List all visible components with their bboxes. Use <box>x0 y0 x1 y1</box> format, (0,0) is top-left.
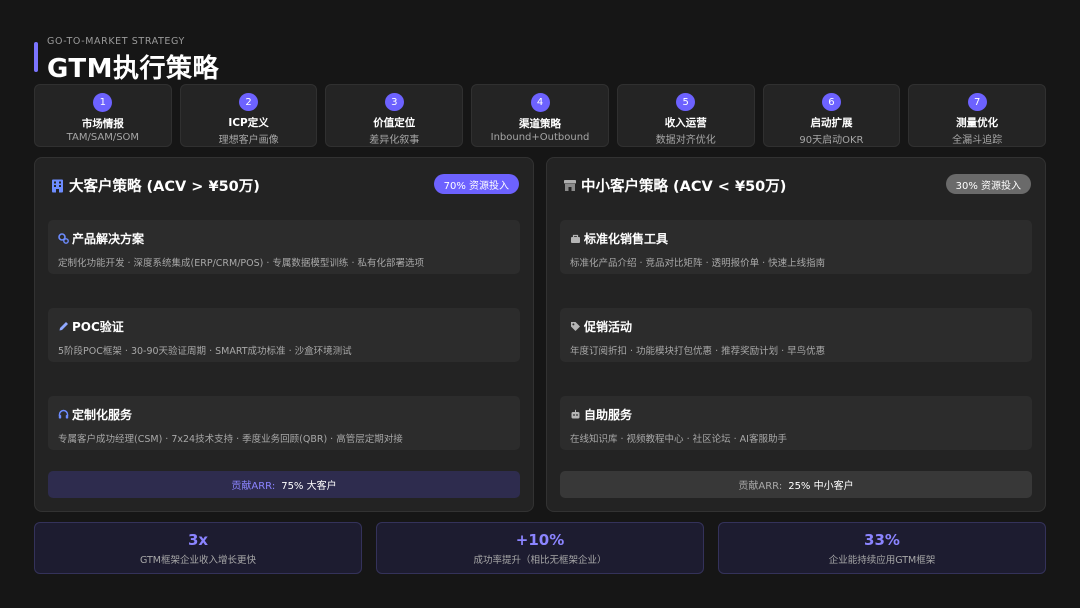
step-name: 渠道策略 <box>519 118 562 130</box>
step-subtitle: 数据对齐优化 <box>655 135 716 146</box>
page-title: GTM执行策略 <box>47 54 219 84</box>
enterprise-card-solution: 产品解决方案 定制化功能开发 · 深度系统集成(ERP/CRM/POS) · 专… <box>48 220 520 274</box>
card-title: 标准化销售工具 <box>570 230 1022 247</box>
smb-card-selfservice: 自助服务 在线知识库 · 视频教程中心 · 社区论坛 · AI客服助手 <box>560 396 1032 450</box>
smb-panel-title: 中小客户策略 (ACV < ¥50万) <box>563 175 786 196</box>
step-name: 测量优化 <box>956 117 999 129</box>
card-title: 定制化服务 <box>58 406 510 423</box>
smb-arr-contribution: 贡献ARR: 25% 中小客户 <box>560 471 1032 498</box>
stat-card: 3x GTM框架企业收入增长更快 <box>34 522 362 574</box>
card-title-text: POC验证 <box>72 320 124 334</box>
card-title: POC验证 <box>58 318 510 335</box>
card-description: 定制化功能开发 · 深度系统集成(ERP/CRM/POS) · 专属数据模型训练… <box>58 258 424 269</box>
eyebrow-text: GO-TO-MARKET STRATEGY <box>47 36 185 47</box>
stat-caption: GTM框架企业收入增长更快 <box>139 554 257 566</box>
step-name: 价值定位 <box>373 117 416 129</box>
card-title-text: 自助服务 <box>584 408 633 422</box>
headset-icon <box>58 409 69 420</box>
tag-icon <box>570 321 581 332</box>
step-name: 市场情报 <box>81 118 124 130</box>
arr-value: 25% 中小客户 <box>788 481 854 492</box>
card-description: 标准化产品介绍 · 竞品对比矩阵 · 透明报价单 · 快速上线指南 <box>570 258 826 269</box>
smb-strategy-panel: 中小客户策略 (ACV < ¥50万) 30% 资源投入 标准化销售工具 标准化… <box>546 157 1046 512</box>
step-subtitle: 90天启动OKR <box>799 135 864 146</box>
step-card: 3 价值定位 差异化叙事 <box>325 84 464 147</box>
step-card: 2 ICP定义 理想客户画像 <box>179 84 318 147</box>
enterprise-panel-title: 大客户策略 (ACV > ¥50万) <box>51 175 260 196</box>
arr-label: 贡献ARR: <box>738 481 783 492</box>
step-number: 2 <box>239 93 259 111</box>
stat-card: 33% 企业能持续应用GTM框架 <box>718 522 1046 574</box>
enterprise-title-text: 大客户策略 (ACV > ¥50万) <box>69 179 260 195</box>
enterprise-card-poc: POC验证 5阶段POC框架 · 30-90天验证周期 · SMART成功标准 … <box>48 308 520 362</box>
step-number: 4 <box>530 93 550 112</box>
smb-card-tools: 标准化销售工具 标准化产品介绍 · 竞品对比矩阵 · 透明报价单 · 快速上线指… <box>560 220 1032 274</box>
step-subtitle: 理想客户画像 <box>218 135 279 146</box>
step-name: 启动扩展 <box>810 117 853 129</box>
smb-card-promo: 促销活动 年度订阅折扣 · 功能模块打包优惠 · 推荐奖励计划 · 早鸟优惠 <box>560 308 1032 362</box>
enterprise-arr-contribution: 贡献ARR: 75% 大客户 <box>48 471 520 498</box>
card-description: 在线知识库 · 视频教程中心 · 社区论坛 · AI客服助手 <box>570 434 787 445</box>
smb-title-text: 中小客户策略 (ACV < ¥50万) <box>581 179 787 195</box>
smb-resource-badge: 30% 资源投入 <box>945 174 1031 194</box>
step-card: 6 启动扩展 90天启动OKR <box>762 84 901 147</box>
arr-value: 75% 大客户 <box>281 481 337 492</box>
step-subtitle: 差异化叙事 <box>369 135 420 146</box>
building-icon <box>51 179 64 193</box>
step-name: 收入运营 <box>664 117 707 129</box>
step-card: 7 测量优化 全漏斗追踪 <box>908 84 1047 147</box>
stat-value: 3x <box>187 530 209 549</box>
card-description: 5阶段POC框架 · 30-90天验证周期 · SMART成功标准 · 沙盒环境… <box>58 346 352 357</box>
arr-label: 贡献ARR: <box>231 481 276 492</box>
card-title-text: 促销活动 <box>584 320 633 334</box>
gears-icon <box>58 233 69 244</box>
stat-caption: 成功率提升（相比无框架企业） <box>473 554 607 566</box>
step-subtitle: 全漏斗追踪 <box>952 135 1003 146</box>
card-title: 自助服务 <box>570 406 1022 423</box>
card-title-text: 产品解决方案 <box>72 232 145 246</box>
gtm-steps: 1 市场情报 TAM/SAM/SOM 2 ICP定义 理想客户画像 3 价值定位… <box>34 84 1047 147</box>
step-number: 5 <box>676 93 696 111</box>
stat-card: +10% 成功率提升（相比无框架企业） <box>376 522 704 574</box>
step-number: 6 <box>821 93 841 111</box>
step-number: 3 <box>384 93 404 111</box>
step-card: 5 收入运营 数据对齐优化 <box>616 84 755 147</box>
stat-value: 33% <box>864 530 900 549</box>
enterprise-card-service: 定制化服务 专属客户成功经理(CSM) · 7x24技术支持 · 季度业务回顾(… <box>48 396 520 450</box>
step-subtitle: TAM/SAM/SOM <box>66 132 140 143</box>
card-title: 产品解决方案 <box>58 230 510 247</box>
enterprise-resource-badge: 70% 资源投入 <box>433 174 519 194</box>
stat-caption: 企业能持续应用GTM框架 <box>828 554 936 566</box>
step-card: 4 渠道策略 Inbound+Outbound <box>471 84 609 147</box>
card-title-text: 定制化服务 <box>72 408 133 422</box>
step-number: 7 <box>967 93 987 111</box>
step-number: 1 <box>93 93 113 112</box>
title-accent-bar <box>34 42 38 72</box>
step-card: 1 市场情报 TAM/SAM/SOM <box>34 84 172 147</box>
card-title-text: 标准化销售工具 <box>584 232 669 246</box>
enterprise-strategy-panel: 大客户策略 (ACV > ¥50万) 70% 资源投入 产品解决方案 定制化功能… <box>34 157 534 512</box>
robot-icon <box>570 409 581 420</box>
pencil-icon <box>58 321 69 332</box>
card-description: 专属客户成功经理(CSM) · 7x24技术支持 · 季度业务回顾(QBR) ·… <box>58 434 403 445</box>
card-title: 促销活动 <box>570 318 1022 335</box>
store-icon <box>563 179 576 193</box>
toolbox-icon <box>570 233 581 244</box>
stats-row: 3x GTM框架企业收入增长更快 +10% 成功率提升（相比无框架企业） 33%… <box>34 522 1046 574</box>
card-description: 年度订阅折扣 · 功能模块打包优惠 · 推荐奖励计划 · 早鸟优惠 <box>570 346 826 357</box>
stat-value: +10% <box>515 530 565 549</box>
step-name: ICP定义 <box>228 117 269 129</box>
step-subtitle: Inbound+Outbound <box>490 132 590 143</box>
